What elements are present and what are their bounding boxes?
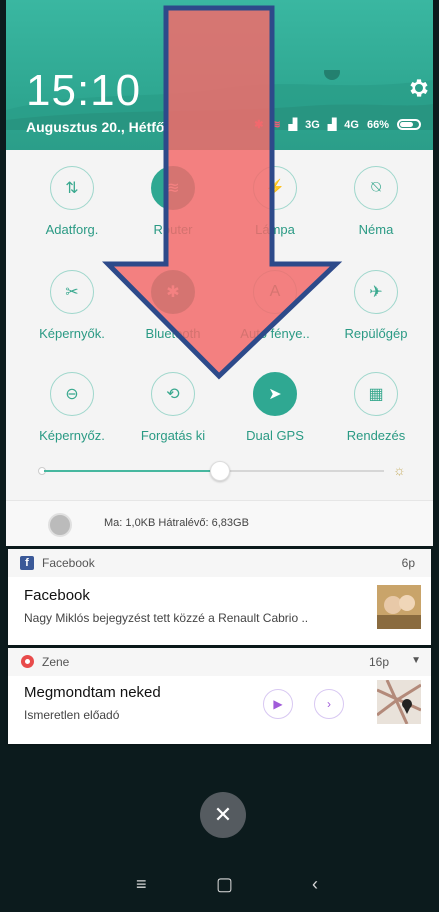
airplane-icon: ✈ (354, 270, 398, 314)
facebook-notification[interactable]: f Facebook 6p Facebook Nagy Miklós bejeg… (8, 549, 431, 645)
music-notification[interactable]: Zene 16p ▼ Megmondtam neked Ismeretlen e… (8, 648, 431, 744)
tile-airplane[interactable]: ✈ Repülőgép (326, 270, 426, 341)
expand-chevron-icon[interactable]: ▼ (411, 655, 421, 666)
home-nav-button[interactable]: ▢ (216, 874, 233, 895)
status-bar: ✱ ≋ ▟ 3G ▟ 4G 66% (254, 118, 421, 131)
bluetooth-status-icon: ✱ (254, 119, 264, 131)
tile-flashlight[interactable]: ⚡ Lámpa (225, 166, 325, 237)
wifi-icon: ≋ (151, 166, 195, 210)
tile-label: Néma (358, 222, 394, 237)
map-album-art (377, 680, 421, 724)
battery-icon (397, 119, 421, 130)
tile-label: Repülőgép (344, 326, 408, 341)
song-title: Megmondtam neked (24, 684, 161, 701)
play-button[interactable]: ▶ (263, 689, 293, 719)
grid-icon: ▦ (354, 372, 398, 416)
brightness-fill (44, 470, 214, 472)
notification-title: Facebook (24, 587, 90, 604)
brightness-slider[interactable] (38, 461, 384, 481)
tile-data[interactable]: ⇅ Adatforg. (22, 166, 122, 237)
tile-auto-brightness[interactable]: A Auto fénye.. (225, 270, 325, 341)
quick-settings-panel: ⇅ Adatforg. ≋ Router ⚡ Lámpa ⍉ Néma ✂ Ké… (6, 150, 433, 546)
clock: 15:10 (26, 66, 142, 115)
storage-disk-icon (48, 513, 72, 537)
tile-label: Dual GPS (246, 428, 304, 443)
gps-icon: ➤ (253, 372, 297, 416)
tile-label: Bluetooth (145, 326, 201, 341)
network-type-2: 4G (344, 118, 359, 131)
brightness-high-icon: ☼ (393, 462, 406, 478)
back-nav-button[interactable]: ‹ (312, 874, 318, 895)
tile-label: Auto fénye.. (240, 326, 310, 341)
signal-icon: ▟ (288, 119, 298, 131)
screenshot-icon: ✂ (50, 270, 94, 314)
notification-time: 16p (368, 655, 389, 669)
rotation-lock-icon: ⟲ (151, 372, 195, 416)
menu-nav-button[interactable]: ≡ (136, 874, 147, 895)
tile-label: Adatforg. (45, 222, 99, 237)
notification-app-name: Zene (42, 655, 70, 669)
tile-label: Rendezés (346, 428, 406, 443)
tile-mute[interactable]: ⍉ Néma (326, 166, 426, 237)
tile-screen-lock[interactable]: ⊖ Képernyőz. (22, 372, 122, 443)
music-app-icon (21, 655, 34, 668)
tile-screenshot[interactable]: ✂ Képernyők. (22, 270, 122, 341)
next-button[interactable]: › (314, 689, 344, 719)
date-label[interactable]: Augusztus 20., Hétfő (26, 119, 164, 135)
tile-router[interactable]: ≋ Router (123, 166, 223, 237)
tile-label: Forgatás ki (140, 428, 206, 443)
notification-header: f Facebook 6p (8, 549, 431, 577)
bluetooth-icon: ✱ (151, 270, 195, 314)
mute-bell-icon: ⍉ (354, 166, 398, 210)
tile-label: Képernyőz. (39, 428, 105, 443)
clear-all-button[interactable]: ✕ (200, 792, 246, 838)
auto-brightness-icon: A (253, 270, 297, 314)
storage-text: Ma: 1,0KB Hátralévő: 6,83GB (104, 517, 249, 529)
tile-bluetooth[interactable]: ✱ Bluetooth (123, 270, 223, 341)
facebook-logo-icon: f (20, 556, 34, 570)
data-transfer-icon: ⇅ (50, 166, 94, 210)
storage-bar[interactable]: Ma: 1,0KB Hátralévő: 6,83GB (6, 500, 433, 546)
notification-app-name: Facebook (42, 556, 95, 570)
notification-body: Nagy Miklós bejegyzést tett közzé a Rena… (24, 611, 309, 625)
settings-gear-icon[interactable] (406, 76, 430, 100)
tile-arrange[interactable]: ▦ Rendezés (326, 372, 426, 443)
tile-dual-gps[interactable]: ➤ Dual GPS (225, 372, 325, 443)
brightness-thumb[interactable] (210, 461, 230, 481)
wifi-status-icon: ≋ (271, 119, 281, 131)
flashlight-icon: ⚡ (253, 166, 297, 210)
facebook-post-thumbnail (377, 585, 421, 629)
network-type-1: 3G (305, 118, 320, 131)
tile-label: Lámpa (255, 222, 295, 237)
notification-time: 6p (401, 556, 415, 570)
lock-screen-icon: ⊖ (50, 372, 94, 416)
tile-label: Képernyők. (39, 326, 105, 341)
signal-icon-2: ▟ (327, 119, 337, 131)
tile-rotation[interactable]: ⟲ Forgatás ki (123, 372, 223, 443)
battery-percent: 66% (366, 118, 389, 131)
artist-name: Ismeretlen előadó (24, 708, 120, 722)
notification-shade-header: 15:10 Augusztus 20., Hétfő ✱ ≋ ▟ 3G ▟ 4G… (6, 0, 433, 150)
notification-header: Zene 16p ▼ (8, 648, 431, 676)
tile-label: Router (153, 222, 193, 237)
